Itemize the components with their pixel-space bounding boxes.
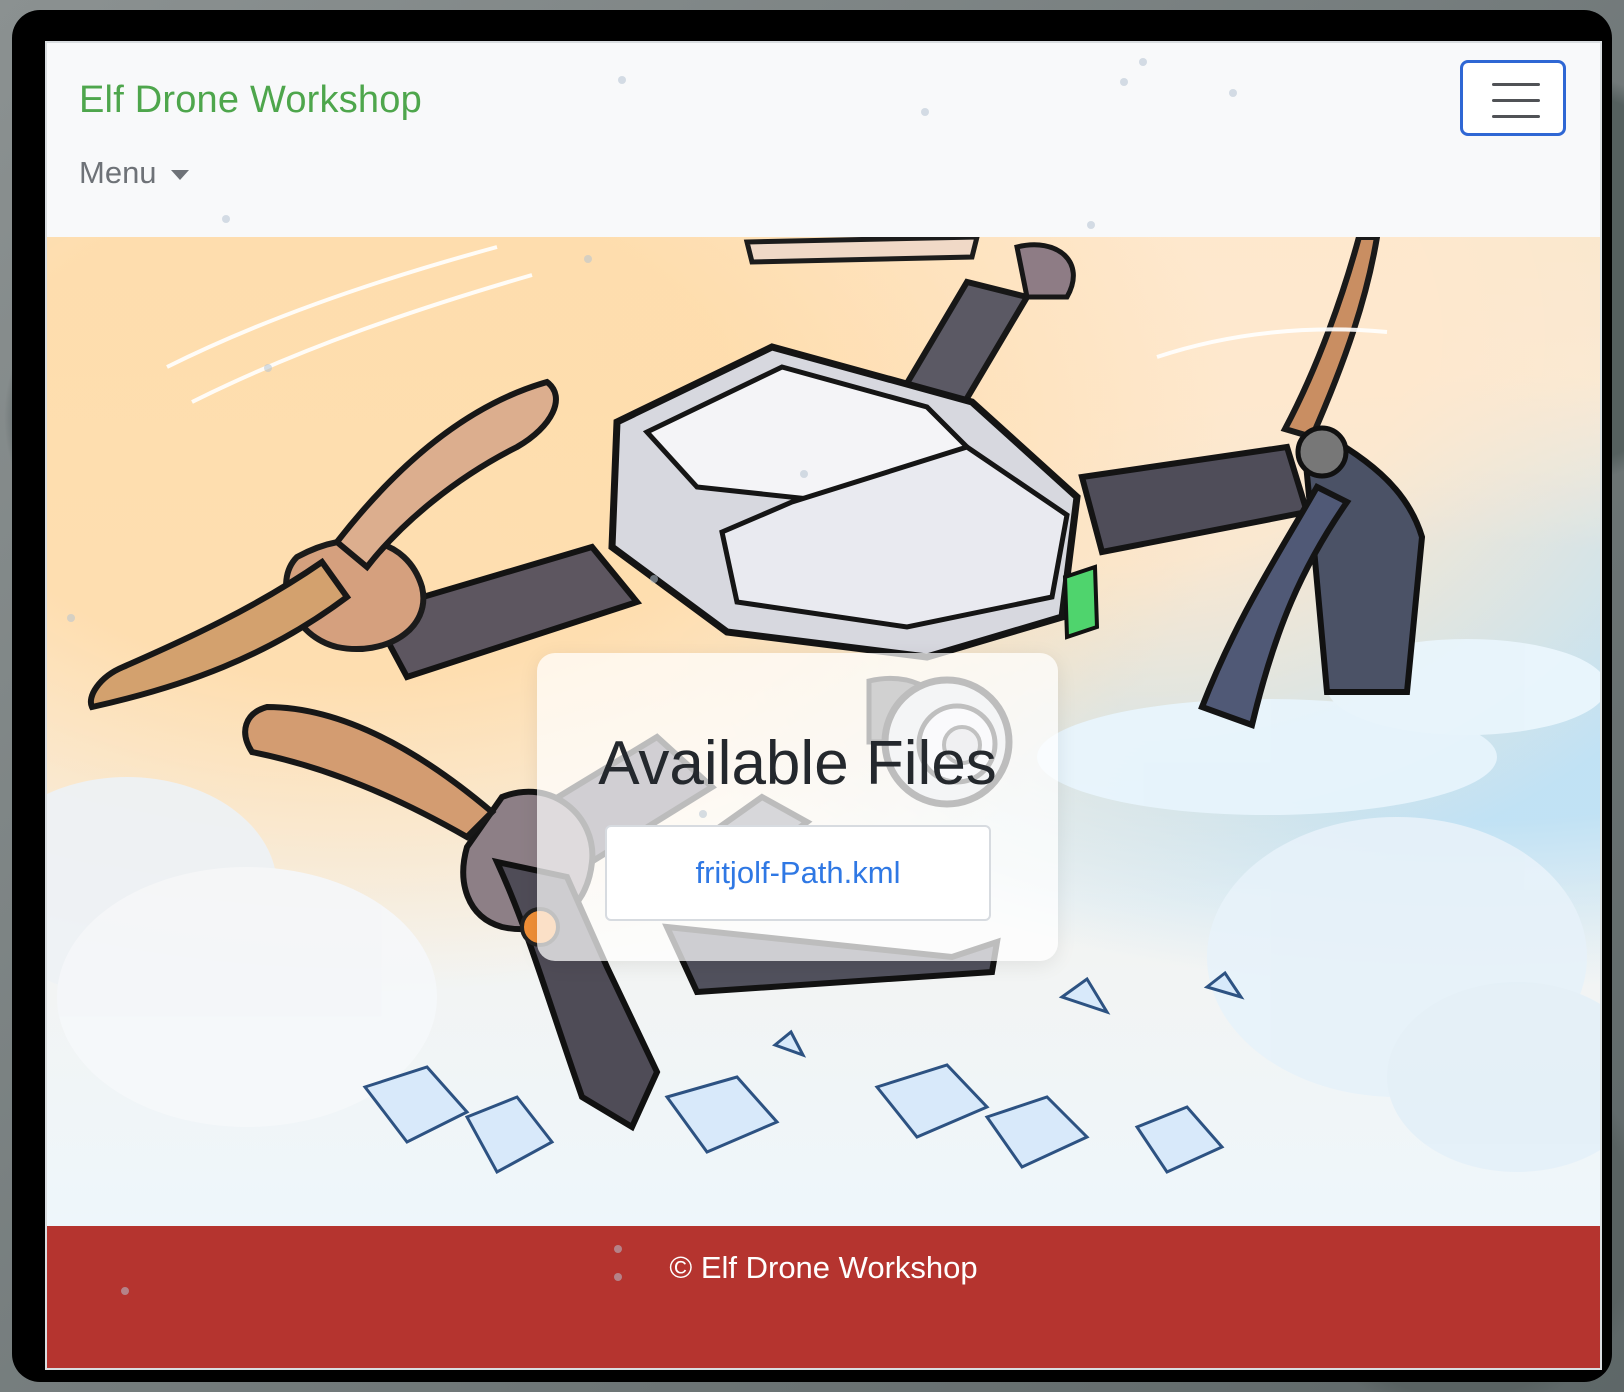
- snow-particle: [614, 1245, 622, 1253]
- menu-dropdown-label: Menu: [79, 155, 157, 190]
- snow-particle: [614, 1273, 622, 1281]
- footer-copyright: © Elf Drone Workshop: [669, 1250, 978, 1285]
- browser-window: Elf Drone Workshop Menu Available Files …: [12, 10, 1612, 1382]
- snow-particle: [222, 215, 230, 223]
- snow-particle: [699, 810, 707, 818]
- snow-particle: [1087, 221, 1095, 229]
- footer: © Elf Drone Workshop: [47, 1226, 1600, 1368]
- snow-particle: [121, 1287, 129, 1295]
- chevron-down-icon: [170, 170, 189, 180]
- brand-link[interactable]: Elf Drone Workshop: [79, 79, 422, 122]
- files-heading: Available Files: [598, 729, 997, 798]
- hero-section: Available Files fritjolf-Path.kml: [47, 237, 1600, 1226]
- snow-particle: [264, 364, 272, 372]
- snow-particle: [921, 108, 929, 116]
- snow-particle: [800, 470, 808, 478]
- menu-dropdown[interactable]: Menu: [79, 155, 189, 191]
- snow-particle: [1229, 89, 1237, 97]
- hamburger-icon: [1492, 83, 1540, 118]
- file-link[interactable]: fritjolf-Path.kml: [696, 855, 901, 891]
- app-viewport: Elf Drone Workshop Menu Available Files …: [45, 41, 1602, 1370]
- files-card: Available Files fritjolf-Path.kml: [537, 653, 1058, 961]
- snow-particle: [650, 575, 658, 583]
- snow-particle: [618, 76, 626, 84]
- snow-particle: [1139, 58, 1147, 66]
- snow-particle: [67, 614, 75, 622]
- snow-particle: [584, 255, 592, 263]
- navbar-toggle-button[interactable]: [1460, 60, 1566, 136]
- navbar: Elf Drone Workshop Menu: [47, 43, 1600, 237]
- file-list-item[interactable]: fritjolf-Path.kml: [605, 825, 991, 921]
- snow-particle: [1120, 78, 1128, 86]
